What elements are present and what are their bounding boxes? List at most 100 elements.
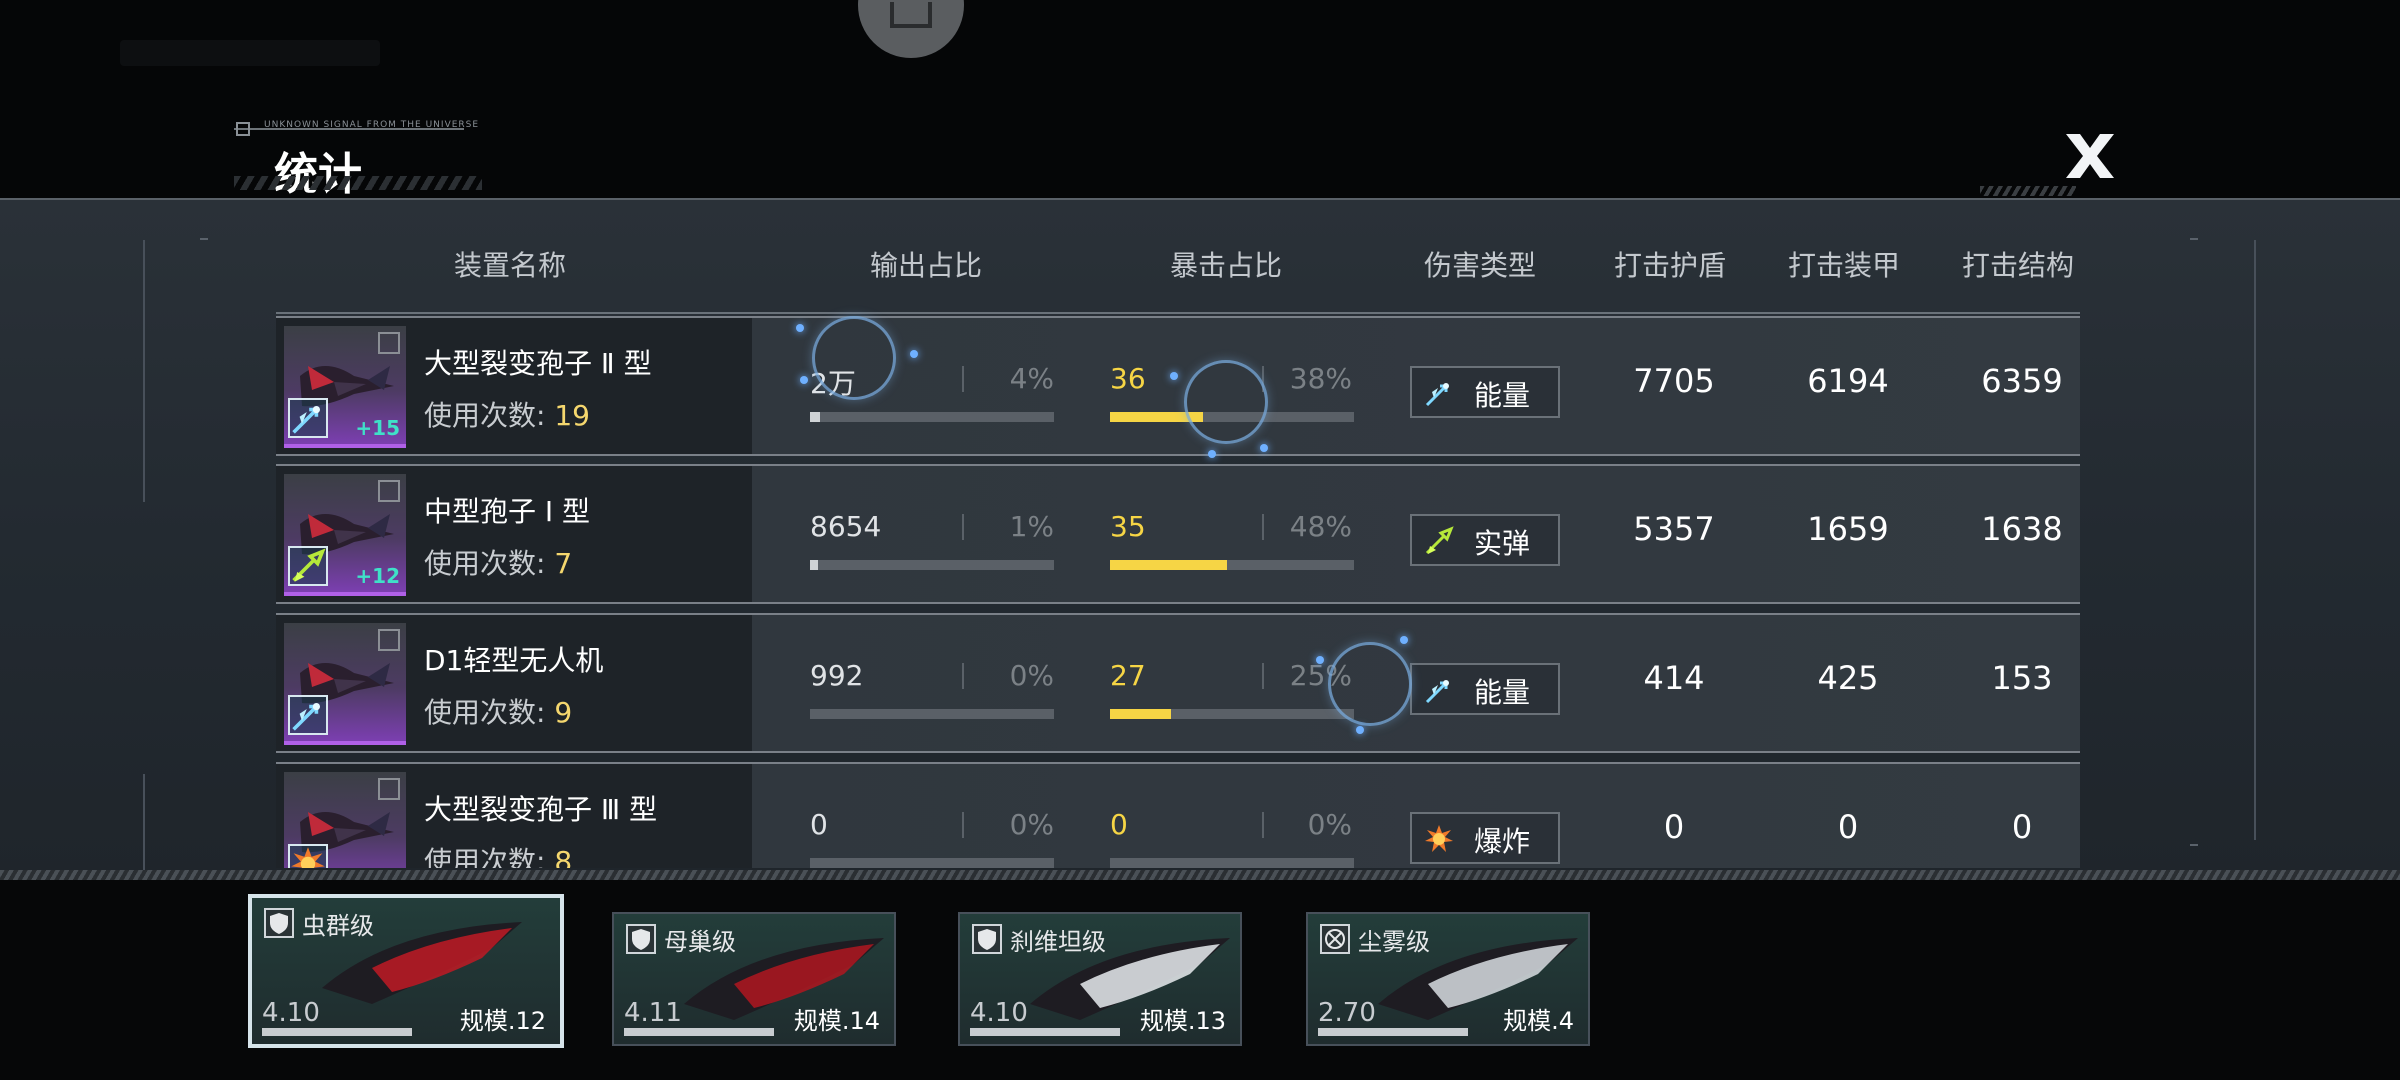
crit-value: 36: [1110, 362, 1146, 395]
ship-level-bar: [624, 1028, 774, 1036]
damage-type-badge[interactable]: 能量: [1410, 663, 1560, 715]
shield-damage-value: 0: [1663, 808, 1685, 846]
structure-damage-value: 0: [2011, 808, 2033, 846]
ship-class-label: 尘雾级: [1358, 928, 1430, 956]
ship-class-label: 母巢级: [664, 928, 736, 956]
item-name: 大型裂变孢子 Ⅲ 型: [424, 793, 658, 826]
item-name: 大型裂变孢子 Ⅱ 型: [424, 347, 652, 380]
crit-bar-fill: [1110, 560, 1228, 570]
damage-type-label: 能量: [1474, 379, 1531, 412]
ship-card[interactable]: 虫群级 4.10 规模.12: [248, 894, 564, 1048]
item-thumbnail[interactable]: +15: [284, 326, 406, 448]
damage-type-label: 实弹: [1474, 527, 1531, 560]
uses-count: 8: [554, 845, 573, 868]
ship-level: 2.70: [1318, 998, 1376, 1028]
damage-type-badge[interactable]: 爆炸: [1410, 812, 1560, 864]
ship-card[interactable]: 刹维坦级 4.10 规模.13: [958, 912, 1242, 1046]
touch-ripple-dot: [800, 376, 808, 384]
crit-bar-fill: [1110, 709, 1171, 719]
output-bar-fill: [810, 560, 818, 570]
structure-damage-value: 1638: [1981, 510, 2063, 548]
crit-percent: 48%: [1289, 510, 1352, 543]
uses-label: 使用次数:: [424, 399, 546, 432]
damage-type-badge[interactable]: 能量: [1410, 366, 1560, 418]
crosshair-icon: [1320, 924, 1350, 954]
output-value: 992: [810, 659, 864, 692]
output-percent: 0%: [1009, 808, 1054, 841]
output-value: 8654: [810, 510, 882, 543]
touch-ripple: [812, 316, 896, 400]
table-row[interactable]: +15 大型裂变孢子 Ⅱ 型使用次数: 19 2万 4% 36 38% 能量 7705 6194…: [276, 316, 2080, 456]
touch-ripple: [1184, 360, 1268, 444]
armor-damage-value: 6194: [1807, 362, 1889, 400]
ship-scale: 规模.4: [1503, 1007, 1574, 1035]
item-uses: 使用次数: 8: [424, 840, 572, 868]
shield-damage-value: 5357: [1633, 510, 1715, 548]
stats-panel: 装置名称 输出占比 暴击占比 伤害类型 打击护盾 打击装甲 打击结构 +15 大型…: [0, 198, 2400, 878]
energy-icon: [288, 695, 328, 735]
item-name: D1轻型无人机: [424, 644, 604, 677]
output-percent: 1%: [1009, 510, 1054, 543]
armor-damage-value: 425: [1817, 659, 1879, 697]
table-row[interactable]: +12 中型孢子 Ⅰ 型使用次数: 7 8654 1% 35 48% 实弹 5357 1659 1…: [276, 464, 2080, 604]
energy-icon: [1424, 378, 1454, 408]
title-subtext: UNKNOWN SIGNAL FROM THE UNIVERSE: [264, 120, 480, 130]
output-value: 0: [810, 808, 828, 841]
crit-percent: 0%: [1307, 808, 1352, 841]
ship-card[interactable]: 尘雾级 2.70 规模.4: [1306, 912, 1590, 1046]
structure-damage-value: 153: [1991, 659, 2053, 697]
top-menu-icon[interactable]: [858, 0, 964, 58]
touch-ripple-dot: [1356, 726, 1364, 734]
item-thumbnail[interactable]: [284, 772, 406, 868]
ship-card[interactable]: 母巢级 4.11 规模.14: [612, 912, 896, 1046]
kinetic-icon: [288, 546, 328, 586]
crit-value: 27: [1110, 659, 1146, 692]
close-stripes: [1980, 186, 2076, 196]
crit-bar: [1110, 560, 1354, 570]
structure-damage-value: 6359: [1981, 362, 2063, 400]
ship-level-bar: [1318, 1028, 1468, 1036]
shield-damage-value: 414: [1643, 659, 1705, 697]
ship-level-bar: [970, 1028, 1120, 1036]
shield-damage-value: 7705: [1633, 362, 1715, 400]
crit-bar: [1110, 709, 1354, 719]
title-stripes: [234, 176, 482, 190]
shield-icon: [626, 924, 656, 954]
touch-ripple-dot: [1208, 450, 1216, 458]
output-bar: [810, 560, 1054, 570]
rarity-corner-icon: [378, 332, 400, 354]
item-name: 中型孢子 Ⅰ 型: [424, 495, 591, 528]
ship-level-bar: [262, 1028, 412, 1036]
table-row[interactable]: 大型裂变孢子 Ⅲ 型使用次数: 8 0 0% 0 0% 爆炸 0 0 0: [276, 762, 2080, 868]
close-button[interactable]: [2060, 130, 2120, 182]
rarity-corner-icon: [378, 480, 400, 502]
touch-ripple-dot: [1170, 372, 1178, 380]
table-row[interactable]: D1轻型无人机 使用次数: 9 992 0% 27 25% 能量 414 425 153: [276, 613, 2080, 753]
table-body: +15 大型裂变孢子 Ⅱ 型使用次数: 19 2万 4% 36 38% 能量 7705 6194…: [0, 200, 2400, 868]
touch-ripple-dot: [1400, 636, 1408, 644]
uses-count: 19: [554, 399, 590, 432]
item-thumbnail[interactable]: +12: [284, 474, 406, 596]
ship-scale: 规模.12: [459, 1007, 546, 1035]
output-bar: [810, 709, 1054, 719]
uses-count: 9: [554, 696, 573, 729]
touch-ripple-dot: [1260, 444, 1268, 452]
rarity-corner-icon: [378, 778, 400, 800]
explosive-icon: [288, 844, 328, 868]
item-uses: 使用次数: 7: [424, 542, 572, 582]
damage-type-badge[interactable]: 实弹: [1410, 514, 1560, 566]
output-percent: 4%: [1009, 362, 1054, 395]
explosive-icon: [1424, 824, 1454, 854]
ship-selector: 虫群级 4.10 规模.12 母巢级 4.11 规模.14 刹维坦级 4.10 规模.13 尘雾级…: [0, 880, 2400, 1080]
upgrade-level-badge: +12: [355, 564, 400, 588]
bottom-divider-stripes: [0, 870, 2400, 880]
armor-damage-value: 1659: [1807, 510, 1889, 548]
armor-damage-value: 0: [1837, 808, 1859, 846]
touch-ripple-dot: [796, 324, 804, 332]
item-thumbnail[interactable]: [284, 623, 406, 745]
close-icon: [2066, 134, 2114, 178]
output-bar-fill: [810, 412, 820, 422]
ship-level: 4.10: [970, 998, 1028, 1028]
energy-icon: [1424, 675, 1454, 705]
ship-level: 4.11: [624, 998, 682, 1028]
